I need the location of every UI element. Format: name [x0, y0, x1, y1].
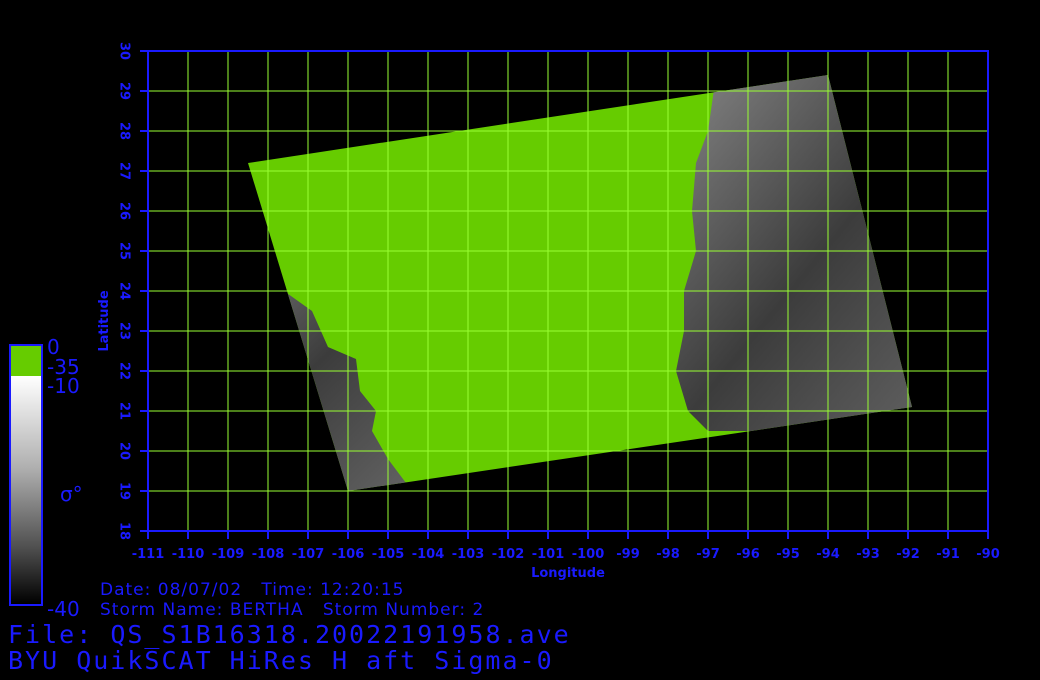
file-label: File: — [8, 620, 94, 649]
lat-tick-label: 24 — [117, 282, 132, 300]
storm-name-label: Storm Name: — [100, 600, 224, 620]
lon-tick-label: -100 — [572, 547, 605, 562]
storm-number-label: Storm Number: — [322, 600, 467, 620]
date-time-line: Date: 08/07/02 Time: 12:20:15 — [100, 580, 404, 600]
lon-tick-label: -109 — [212, 547, 245, 562]
lon-tick-label: -94 — [816, 547, 840, 562]
sigma0-colorbar — [9, 344, 43, 606]
lon-tick-label: -110 — [172, 547, 205, 562]
lon-tick-label: -108 — [252, 547, 285, 562]
lon-tick-label: -107 — [292, 547, 325, 562]
y-axis-label: Latitude — [97, 290, 112, 352]
lat-tick-label: 20 — [117, 442, 132, 460]
lon-tick-label: -95 — [776, 547, 800, 562]
lon-tick-label: -102 — [492, 547, 525, 562]
lon-tick-label: -106 — [332, 547, 365, 562]
lat-tick-label: 22 — [117, 362, 132, 380]
lon-tick-label: -90 — [976, 547, 1000, 562]
lat-tick-label: 19 — [117, 482, 132, 500]
lat-tick-label: 18 — [117, 522, 132, 540]
time-value: 12:20:15 — [320, 580, 405, 600]
file-value: QS_S1B16318.20022191958.ave — [110, 620, 571, 649]
colorbar-symbol: σ° — [60, 482, 83, 506]
lat-tick-label: 21 — [117, 402, 132, 420]
lat-tick-label: 27 — [117, 162, 132, 180]
lat-tick-label: 25 — [117, 242, 132, 260]
gulf-ocean-area — [676, 75, 912, 431]
lat-tick-label: 28 — [117, 122, 132, 140]
lon-tick-label: -92 — [896, 547, 920, 562]
lat-tick-label: 30 — [117, 42, 132, 60]
map-canvas: -111 -110 -109 -108 -107 -106 -105 -104 -103 -102… — [97, 42, 1000, 581]
lon-tick-label: -91 — [936, 547, 960, 562]
lon-tick-label: -104 — [412, 547, 445, 562]
lon-tick-label: -101 — [532, 547, 565, 562]
lat-tick-label: 26 — [117, 202, 132, 220]
lon-tick-label: -111 — [132, 547, 165, 562]
date-value: 08/07/02 — [157, 580, 243, 600]
lon-tick-label: -97 — [696, 547, 720, 562]
colorbar-land-segment — [11, 346, 41, 376]
lon-tick-label: -99 — [616, 547, 640, 562]
time-label: Time: — [261, 580, 314, 600]
file-line: File: QS_S1B16318.20022191958.ave — [8, 620, 571, 649]
colorbar-ocean-segment — [11, 376, 41, 604]
lat-tick-label: 29 — [117, 82, 132, 100]
colorbar-label-gray-top: -10 — [47, 374, 80, 398]
date-label: Date: — [100, 580, 152, 600]
lat-tick-label: 23 — [117, 322, 132, 340]
storm-number-value: 2 — [472, 600, 485, 620]
storm-line: Storm Name: BERTHA Storm Number: 2 — [100, 600, 484, 620]
colorbar-label-bottom: -40 — [47, 597, 80, 621]
lon-tick-label: -96 — [736, 547, 760, 562]
lon-tick-label: -98 — [656, 547, 680, 562]
storm-name-value: BERTHA — [229, 600, 304, 620]
lon-tick-label: -93 — [856, 547, 880, 562]
lon-tick-label: -103 — [452, 547, 485, 562]
x-axis-label: Longitude — [531, 566, 605, 581]
product-title: BYU QuikSCAT HiRes H aft Sigma-0 — [8, 646, 554, 675]
lon-tick-label: -105 — [372, 547, 405, 562]
